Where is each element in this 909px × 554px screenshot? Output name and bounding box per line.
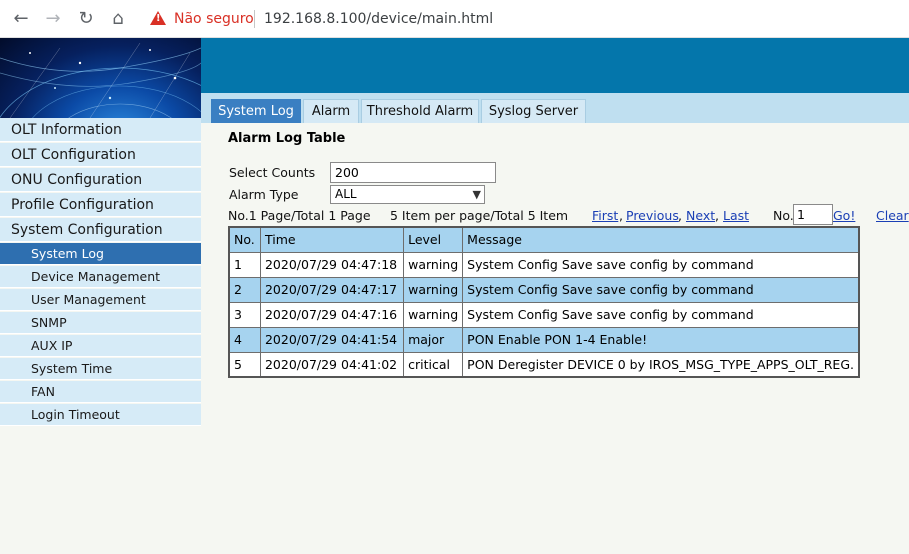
next-page-link[interactable]: Next xyxy=(686,208,715,223)
home-icon[interactable]: ⌂ xyxy=(108,9,128,29)
cell-message: System Config Save save config by comman… xyxy=(462,301,860,328)
nav-separator: , xyxy=(678,208,682,223)
column-header-message: Message xyxy=(462,226,860,253)
alarm-log-table: No. Time Level Message 1 2020/07/29 04:4… xyxy=(228,226,860,378)
table-header-row: No. Time Level Message xyxy=(228,226,860,253)
item-info: 5 Item per page/Total 5 Item xyxy=(390,208,569,223)
sidebar-subitem-system-time[interactable]: System Time xyxy=(0,358,201,380)
cell-level: critical xyxy=(403,351,464,378)
select-counts-label: Select Counts xyxy=(229,165,316,180)
table-row: 4 2020/07/29 04:41:54 major PON Enable P… xyxy=(228,326,860,353)
cell-time: 2020/07/29 04:47:16 xyxy=(259,301,405,328)
sidebar-item-olt-configuration[interactable]: OLT Configuration xyxy=(0,143,201,167)
column-header-no: No. xyxy=(228,226,261,253)
tab-syslog-server[interactable]: Syslog Server xyxy=(481,99,586,123)
reload-icon[interactable]: ↻ xyxy=(76,9,96,29)
cell-level: warning xyxy=(403,251,464,278)
table-row: 2 2020/07/29 04:47:17 warning System Con… xyxy=(228,276,860,303)
sidebar-item-profile-configuration[interactable]: Profile Configuration xyxy=(0,193,201,217)
cell-no: 2 xyxy=(228,276,261,303)
forward-arrow-icon[interactable]: → xyxy=(43,9,63,29)
sidebar-subitem-aux-ip[interactable]: AUX IP xyxy=(0,335,201,357)
page-number-input[interactable] xyxy=(793,204,833,225)
back-arrow-icon[interactable]: ← xyxy=(11,9,31,29)
clear-link[interactable]: Clear xyxy=(876,208,909,223)
warning-icon[interactable]: ! xyxy=(150,11,166,25)
cell-message: PON Enable PON 1-4 Enable! xyxy=(462,326,860,353)
page-number-label: No. xyxy=(773,208,794,223)
last-page-link[interactable]: Last xyxy=(723,208,749,223)
alarm-type-label: Alarm Type xyxy=(229,187,299,202)
cell-no: 3 xyxy=(228,301,261,328)
nav-separator: , xyxy=(619,208,623,223)
alarm-type-select[interactable]: ALL ▼ xyxy=(330,185,485,204)
sidebar-subitem-snmp[interactable]: SNMP xyxy=(0,312,201,334)
address-bar[interactable]: 192.168.8.100/device/main.html xyxy=(264,11,493,27)
cell-time: 2020/07/29 04:41:54 xyxy=(259,326,405,353)
first-page-link[interactable]: First xyxy=(592,208,618,223)
table-row: 5 2020/07/29 04:41:02 critical PON Dereg… xyxy=(228,351,860,378)
cell-message: System Config Save save config by comman… xyxy=(462,276,860,303)
cell-level: warning xyxy=(403,276,464,303)
nav-separator: , xyxy=(715,208,719,223)
tab-alarm[interactable]: Alarm xyxy=(303,99,359,123)
sidebar-subitem-user-management[interactable]: User Management xyxy=(0,289,201,311)
previous-page-link[interactable]: Previous xyxy=(626,208,679,223)
column-header-time: Time xyxy=(259,226,405,253)
cell-time: 2020/07/29 04:41:02 xyxy=(259,351,405,378)
globe-logo-image xyxy=(0,38,201,118)
cell-level: major xyxy=(403,326,464,353)
cell-no: 5 xyxy=(228,351,261,378)
select-counts-input[interactable] xyxy=(330,162,496,183)
cell-no: 1 xyxy=(228,251,261,278)
cell-message: System Config Save save config by comman… xyxy=(462,251,860,278)
cell-message: PON Deregister DEVICE 0 by IROS_MSG_TYPE… xyxy=(462,351,860,378)
chevron-down-icon: ▼ xyxy=(472,188,481,201)
go-link[interactable]: Go! xyxy=(833,208,855,223)
table-row: 3 2020/07/29 04:47:16 warning System Con… xyxy=(228,301,860,328)
cell-no: 4 xyxy=(228,326,261,353)
sidebar-subitem-device-management[interactable]: Device Management xyxy=(0,266,201,288)
column-header-level: Level xyxy=(403,226,464,253)
cell-level: warning xyxy=(403,301,464,328)
url-separator xyxy=(254,10,255,28)
sidebar-item-system-configuration[interactable]: System Configuration xyxy=(0,218,201,242)
alarm-type-value: ALL xyxy=(335,187,357,201)
cell-time: 2020/07/29 04:47:17 xyxy=(259,276,405,303)
security-status[interactable]: Não seguro xyxy=(174,11,254,27)
sidebar-item-olt-information[interactable]: OLT Information xyxy=(0,118,201,142)
sidebar-subitem-system-log[interactable]: System Log xyxy=(0,243,201,265)
tab-system-log[interactable]: System Log xyxy=(211,99,301,123)
sidebar-subitem-login-timeout[interactable]: Login Timeout xyxy=(0,404,201,426)
browser-toolbar: ← → ↻ ⌂ ! Não seguro 192.168.8.100/devic… xyxy=(0,0,909,38)
sidebar-subitem-fan[interactable]: FAN xyxy=(0,381,201,403)
table-row: 1 2020/07/29 04:47:18 warning System Con… xyxy=(228,251,860,278)
page-info: No.1 Page/Total 1 Page xyxy=(228,208,371,223)
tab-threshold-alarm[interactable]: Threshold Alarm xyxy=(361,99,479,123)
page-title: Alarm Log Table xyxy=(228,131,346,146)
cell-time: 2020/07/29 04:47:18 xyxy=(259,251,405,278)
sidebar-item-onu-configuration[interactable]: ONU Configuration xyxy=(0,168,201,192)
